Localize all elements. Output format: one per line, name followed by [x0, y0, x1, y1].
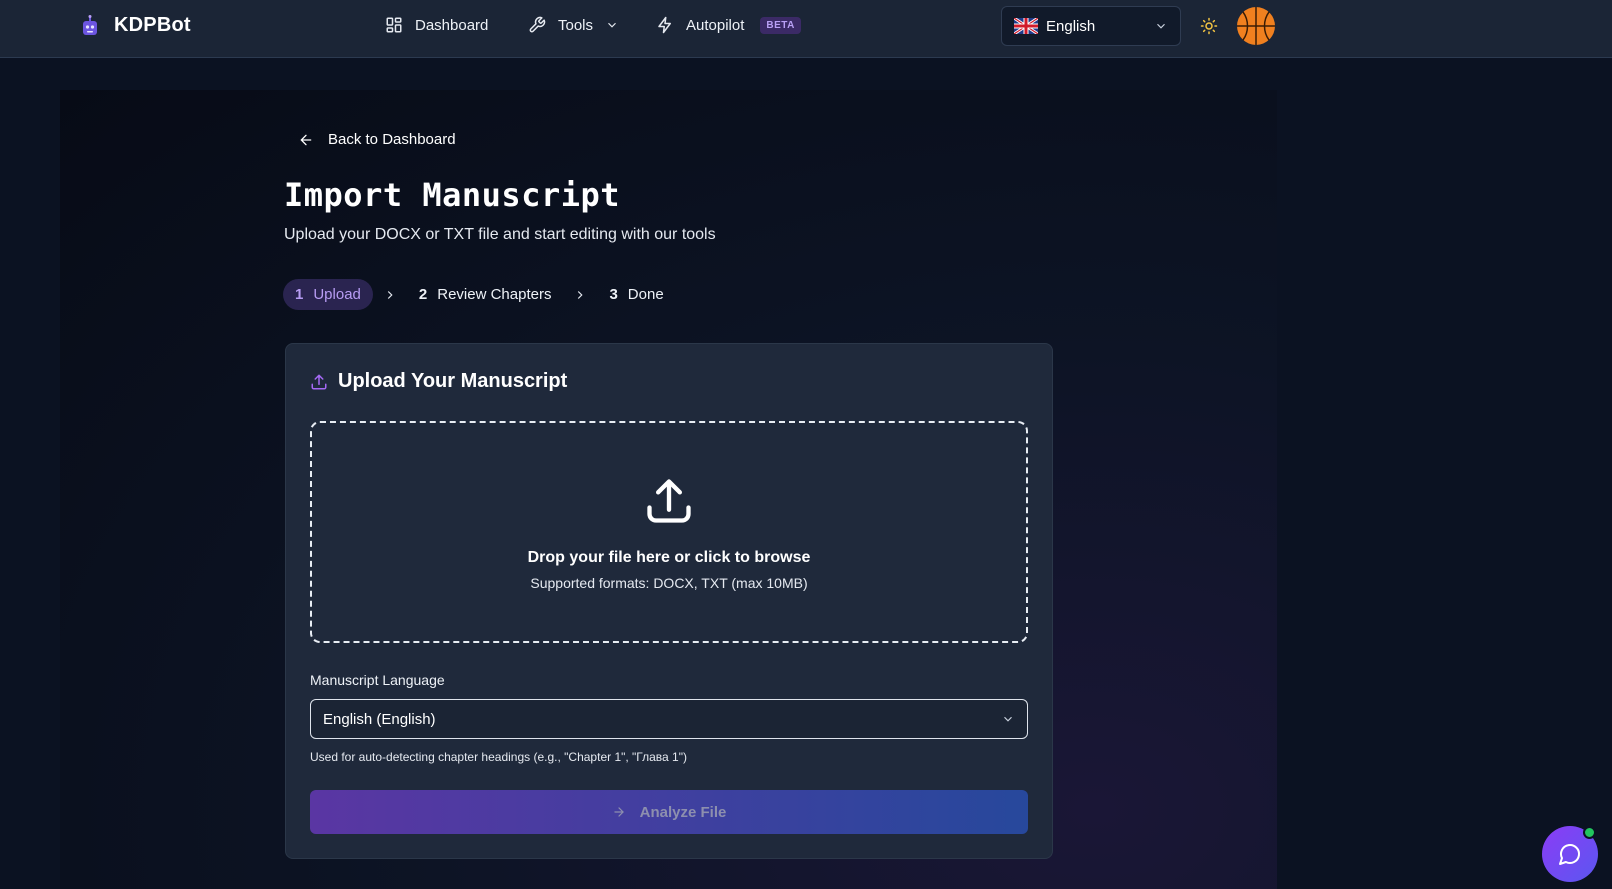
sun-icon[interactable] — [1200, 17, 1218, 35]
beta-badge: BETA — [760, 16, 801, 34]
back-link-label: Back to Dashboard — [328, 131, 456, 148]
page-subtitle: Upload your DOCX or TXT file and start e… — [284, 226, 716, 243]
upload-icon — [311, 374, 327, 389]
step-upload: 1 Upload — [283, 279, 373, 310]
back-to-dashboard-link[interactable]: Back to Dashboard — [298, 131, 456, 148]
import-stepper: 1 Upload 2 Review Chapters 3 Done — [283, 279, 676, 310]
arrow-left-icon — [300, 134, 312, 145]
upload-icon — [647, 479, 691, 523]
brand[interactable]: KDPBot — [80, 14, 191, 37]
lightning-icon — [658, 16, 671, 34]
chevron-down-icon — [608, 22, 616, 28]
robot-logo-icon — [83, 14, 97, 35]
wrench-icon — [529, 16, 546, 33]
nav-autopilot[interactable]: Autopilot BETA — [656, 16, 801, 34]
analyze-file-button[interactable]: Analyze File — [310, 790, 1028, 834]
manuscript-language-label: Manuscript Language — [310, 672, 445, 688]
analyze-file-label: Analyze File — [639, 803, 727, 821]
chevron-down-icon — [1157, 23, 1165, 29]
dropzone-formats: Supported formats: DOCX, TXT (max 10MB) — [530, 575, 808, 591]
chat-bubble-icon — [1559, 844, 1580, 865]
file-dropzone[interactable]: Drop your file here or click to browse S… — [310, 421, 1028, 643]
step-review-chapters: 2 Review Chapters — [407, 279, 564, 310]
step-done: 3 Done — [597, 279, 675, 310]
manuscript-language-hint: Used for auto-detecting chapter headings… — [310, 750, 687, 764]
step-number: 1 — [295, 286, 304, 303]
language-selector-label: English — [1046, 17, 1096, 35]
upload-card: Upload Your Manuscript Drop your file he… — [285, 343, 1053, 859]
nav-tools[interactable]: Tools — [528, 16, 619, 34]
manuscript-language-select[interactable]: English (English) — [310, 699, 1028, 739]
chevron-right-icon — [387, 290, 393, 299]
uk-flag-icon — [1014, 18, 1038, 34]
dropzone-title: Drop your file here or click to browse — [527, 549, 811, 566]
step-label: Review Chapters — [437, 286, 552, 303]
online-status-dot — [1583, 826, 1596, 839]
step-label: Done — [627, 286, 664, 303]
step-number: 2 — [418, 286, 428, 303]
chevron-right-icon — [578, 290, 584, 299]
nav-tools-label: Tools — [558, 16, 594, 34]
manuscript-language-value: English (English) — [323, 710, 436, 728]
grid-icon — [386, 17, 402, 33]
page-title: Import Manuscript — [284, 176, 621, 214]
chevron-down-icon — [1004, 716, 1012, 722]
top-navbar: KDPBot Dashboard Tools Autopilot BETA En… — [0, 0, 1612, 58]
nav-dashboard-label: Dashboard — [415, 16, 489, 34]
brand-name: KDPBot — [114, 14, 191, 36]
nav-dashboard[interactable]: Dashboard — [385, 16, 488, 34]
nav-autopilot-label: Autopilot — [686, 16, 745, 34]
step-label: Upload — [313, 286, 361, 303]
arrow-right-icon — [613, 807, 624, 817]
upload-card-title: Upload Your Manuscript — [310, 370, 567, 393]
step-number: 3 — [609, 286, 618, 303]
language-selector[interactable]: English — [1001, 6, 1181, 46]
avatar[interactable] — [1236, 6, 1276, 46]
upload-card-title-text: Upload Your Manuscript — [338, 370, 568, 392]
